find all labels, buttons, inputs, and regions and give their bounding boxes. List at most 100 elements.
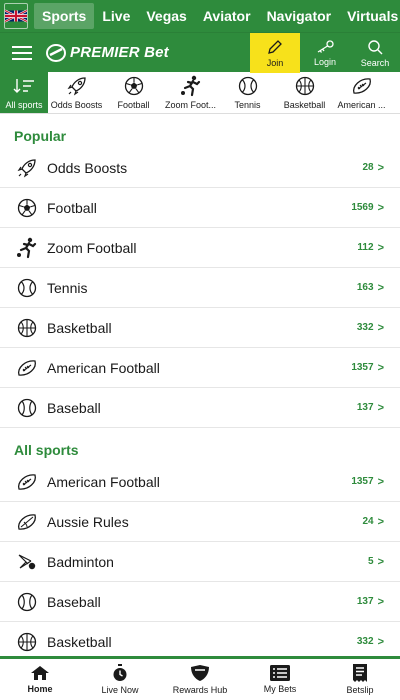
- tab-label: Zoom Foot...: [164, 100, 217, 110]
- tab-american-football[interactable]: American ...: [333, 72, 390, 113]
- american-football-icon: [351, 75, 373, 97]
- american-football-icon: [16, 471, 38, 493]
- event-count: 163: [356, 282, 374, 293]
- topnav-live[interactable]: Live: [94, 3, 138, 29]
- sport-name: Football: [47, 199, 97, 216]
- event-count: 332: [356, 636, 374, 647]
- tab-label: Basketball: [283, 100, 326, 110]
- tab-label: American ...: [337, 100, 386, 110]
- tab-zoom-football[interactable]: Zoom Foot...: [162, 72, 219, 113]
- pencil-icon: [268, 39, 282, 54]
- tab-odds-boosts[interactable]: Odds Boosts: [48, 72, 105, 113]
- list-item[interactable]: Baseball 137 >: [0, 388, 400, 428]
- nav-betslip[interactable]: Betslip: [320, 659, 400, 700]
- nav-rewards-hub[interactable]: Rewards Hub: [160, 659, 240, 700]
- search-button[interactable]: Search: [350, 33, 400, 73]
- event-count: 28: [362, 162, 374, 173]
- topnav-sports[interactable]: Sports: [34, 3, 95, 29]
- list-item[interactable]: Zoom Football 112 >: [0, 228, 400, 268]
- list-item[interactable]: Badminton 5 >: [0, 542, 400, 582]
- header: PREMIER Bet Join Login Search: [0, 32, 400, 73]
- topnav-navigator[interactable]: Navigator: [259, 3, 340, 29]
- home-icon: [31, 666, 49, 680]
- nav-live-now[interactable]: Live Now: [80, 659, 160, 700]
- basketball-icon: [295, 75, 315, 97]
- event-count: 1357: [351, 362, 374, 373]
- key-icon: [317, 39, 334, 53]
- tab-basketball[interactable]: Basketball: [276, 72, 333, 113]
- nav-label: Betslip: [346, 685, 374, 695]
- list-item[interactable]: Tennis 163 >: [0, 268, 400, 308]
- list-icon: [270, 665, 290, 681]
- uk-flag-icon[interactable]: [4, 3, 28, 29]
- rocket-icon: [16, 157, 38, 179]
- chevron-right-icon: >: [377, 595, 384, 608]
- join-label: Join: [266, 57, 284, 68]
- nav-label: Home: [27, 684, 53, 694]
- sport-name: American Football: [47, 359, 160, 376]
- brand-name: PREMIER Bet: [70, 44, 169, 61]
- shield-icon: [191, 665, 209, 681]
- all-sports-section-title: All sports: [14, 442, 79, 458]
- sport-name: American Football: [47, 473, 160, 490]
- nav-label: Live Now: [101, 685, 139, 695]
- topnav-aviator[interactable]: Aviator: [195, 3, 259, 29]
- join-button[interactable]: Join: [250, 33, 300, 73]
- login-button[interactable]: Login: [300, 33, 350, 73]
- soccer-ball-icon: [16, 197, 38, 219]
- sport-name: Baseball: [47, 593, 101, 610]
- soccer-ball-icon: [124, 75, 144, 97]
- basketball-icon: [16, 631, 38, 653]
- event-count: 5: [368, 556, 374, 567]
- tab-tennis[interactable]: Tennis: [219, 72, 276, 113]
- menu-icon[interactable]: [0, 33, 44, 73]
- list-item[interactable]: American Football 1357 >: [0, 348, 400, 388]
- chevron-right-icon: >: [377, 401, 384, 414]
- chevron-right-icon: >: [377, 241, 384, 254]
- search-icon: [368, 39, 383, 54]
- chevron-right-icon: >: [377, 635, 384, 648]
- list-item[interactable]: Baseball 137 >: [0, 582, 400, 622]
- chevron-right-icon: >: [377, 361, 384, 374]
- baseball-icon: [16, 591, 38, 613]
- shuttlecock-icon: [16, 551, 38, 573]
- tennis-ball-icon: [16, 277, 38, 299]
- event-count: 1569: [351, 202, 374, 213]
- event-count: 137: [356, 402, 374, 413]
- sport-name: Aussie Rules: [47, 513, 129, 530]
- list-item[interactable]: Odds Boosts 28 >: [0, 148, 400, 188]
- nav-home[interactable]: Home: [0, 659, 80, 700]
- topnav-vegas[interactable]: Vegas: [138, 3, 194, 29]
- nav-label: Rewards Hub: [172, 685, 228, 695]
- list-item[interactable]: Aussie Rules 24 >: [0, 502, 400, 542]
- list-item[interactable]: American Football 1357 >: [0, 462, 400, 502]
- tab-all-sports[interactable]: All sports: [0, 72, 48, 113]
- event-count: 24: [362, 516, 374, 527]
- sport-name: Baseball: [47, 399, 101, 416]
- popular-section-title: Popular: [14, 128, 67, 144]
- sport-name: Basketball: [47, 319, 112, 336]
- event-count: 112: [357, 242, 374, 253]
- nav-label: My Bets: [263, 684, 297, 694]
- login-label: Login: [313, 56, 337, 67]
- chevron-right-icon: >: [377, 475, 384, 488]
- basketball-icon: [16, 317, 38, 339]
- bottom-nav: Home Live Now Rewards Hub My Bets Betsli…: [0, 656, 400, 700]
- chevron-right-icon: >: [377, 201, 384, 214]
- chevron-right-icon: >: [377, 555, 384, 568]
- tab-label: Odds Boosts: [50, 100, 103, 110]
- sport-name: Tennis: [47, 279, 88, 296]
- chevron-right-icon: >: [377, 321, 384, 334]
- tab-football[interactable]: Football: [105, 72, 162, 113]
- chevron-right-icon: >: [377, 515, 384, 528]
- sort-icon: [13, 75, 35, 97]
- brand-logo[interactable]: PREMIER Bet: [46, 43, 169, 62]
- stopwatch-icon: [113, 664, 127, 681]
- list-item[interactable]: Basketball 332 >: [0, 308, 400, 348]
- baseball-icon: [16, 397, 38, 419]
- tab-label: Tennis: [234, 100, 261, 110]
- topnav-virtuals[interactable]: Virtuals: [339, 3, 400, 29]
- nav-my-bets[interactable]: My Bets: [240, 659, 320, 700]
- sport-name: Basketball: [47, 633, 112, 650]
- list-item[interactable]: Football 1569 >: [0, 188, 400, 228]
